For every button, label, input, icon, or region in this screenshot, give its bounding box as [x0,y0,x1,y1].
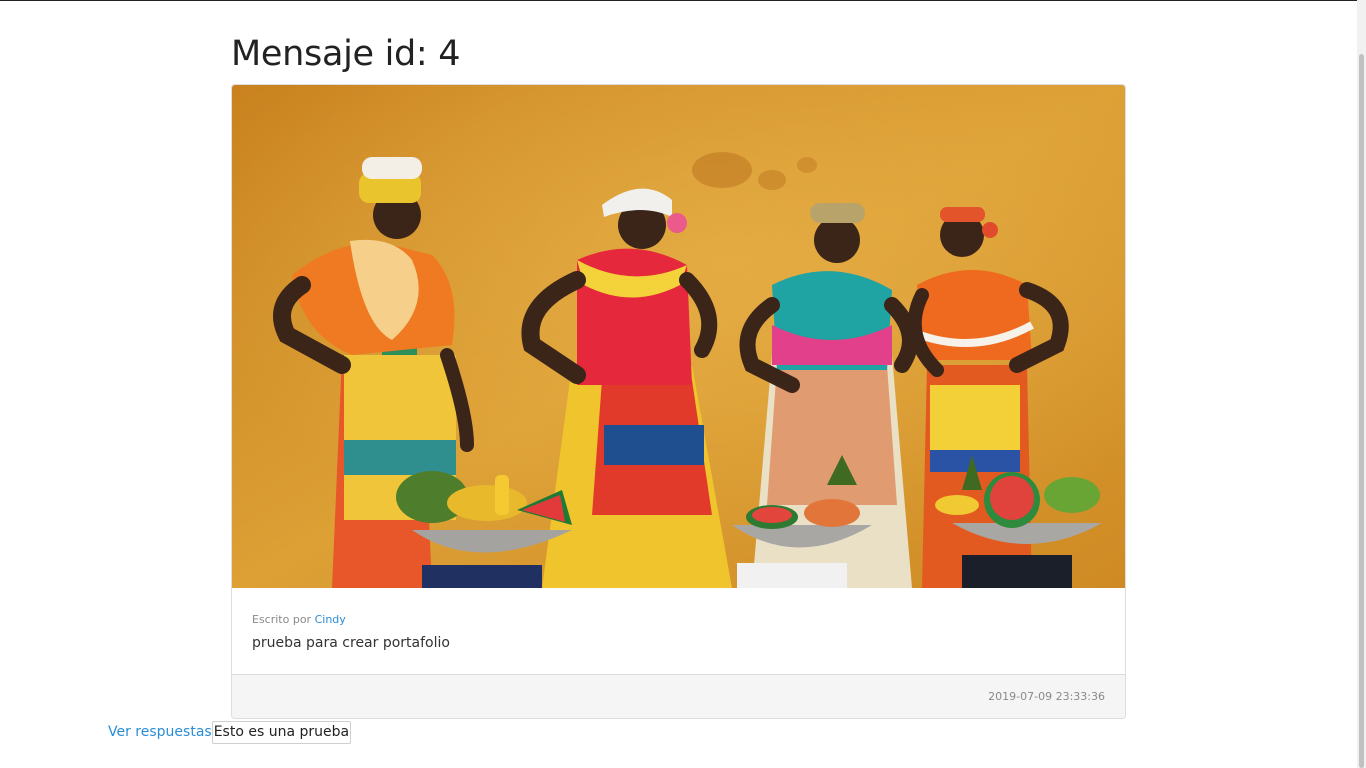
replies-row: Ver respuestas Esto es una prueba [108,720,352,744]
scrollbar-thumb[interactable] [1359,54,1364,768]
reply-item: Esto es una prueba [211,720,352,744]
written-by-label: Escrito por [252,613,312,626]
page-scrollbar[interactable] [1357,0,1366,768]
view-replies-link[interactable]: Ver respuestas [108,722,212,742]
page-title: Mensaje id: 4 [231,34,461,74]
card-footer: 2019-07-09 23:33:36 [232,674,1125,718]
card-body: Escrito por Cindy prueba para crear port… [232,588,1125,674]
message-image [232,85,1125,588]
author-link[interactable]: Cindy [315,613,346,626]
author-meta: Escrito por Cindy [252,612,1105,628]
window-top-border [0,0,1366,1]
message-card: Escrito por Cindy prueba para crear port… [231,84,1126,719]
message-timestamp: 2019-07-09 23:33:36 [988,690,1105,703]
message-text: prueba para crear portafolio [252,635,450,651]
